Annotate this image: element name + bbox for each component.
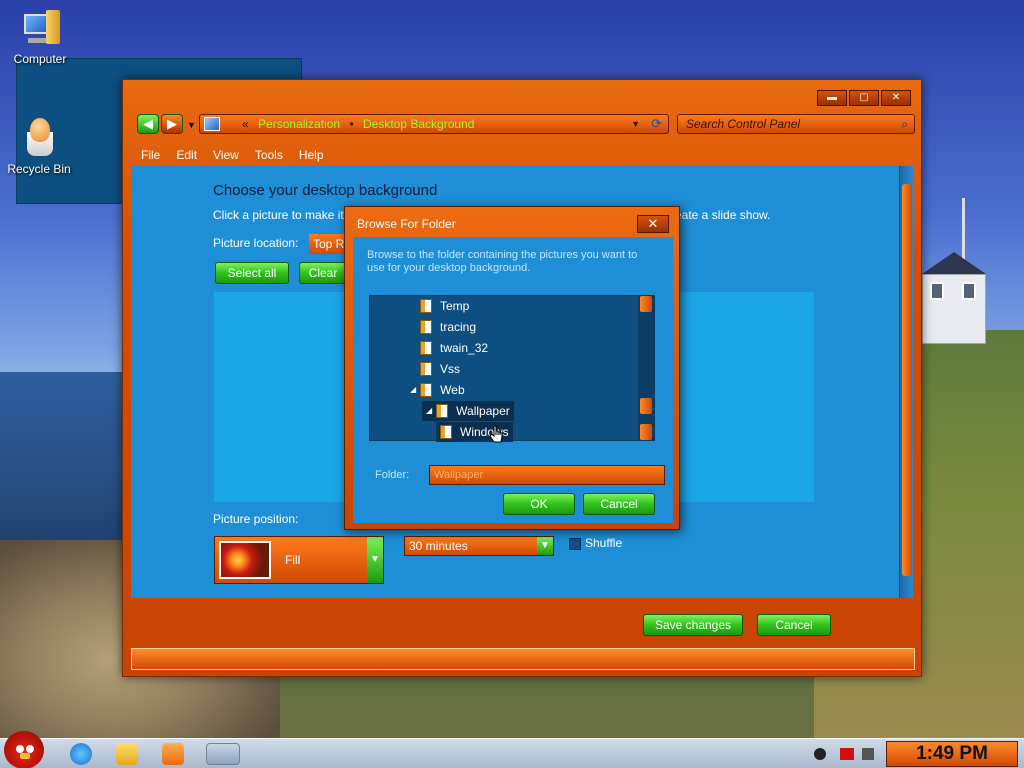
breadcrumb-separator: « — [242, 117, 249, 131]
scrollbar-thumb[interactable] — [640, 398, 652, 414]
caption-buttons: ▬ ▢ ✕ — [817, 90, 911, 106]
folder-input[interactable]: Wallpaper — [429, 465, 665, 485]
select-all-button[interactable]: Select all — [215, 262, 289, 284]
menu-view[interactable]: View — [213, 144, 239, 166]
menu-help[interactable]: Help — [299, 144, 324, 166]
search-icon[interactable]: ⌕ — [901, 115, 908, 133]
minimize-button[interactable]: ▬ — [817, 90, 847, 106]
folder-icon — [420, 299, 432, 313]
desktop-icon-computer[interactable]: Computer — [2, 8, 78, 66]
picture-position-select[interactable]: Fill ▼ — [214, 536, 384, 584]
search-input[interactable]: Search Control Panel ⌕ — [677, 114, 915, 134]
desktop-icon-recycle-bin[interactable]: Recycle Bin — [1, 118, 77, 176]
dialog-description: Browse to the folder containing the pict… — [367, 249, 638, 274]
computer-icon — [20, 8, 60, 48]
picture-location-select[interactable]: Top R — [309, 234, 349, 254]
menu-tools[interactable]: Tools — [255, 144, 283, 166]
breadcrumb-personalization[interactable]: Personalization — [258, 117, 340, 131]
tree-item-vss[interactable]: Vss — [420, 359, 460, 379]
navigation-bar: ◀ ▶ ▼ « Personalization • Desktop Backgr… — [133, 110, 915, 138]
start-orb-eye — [26, 745, 34, 753]
shuffle-label: Shuffle — [585, 536, 623, 550]
tree-item-web[interactable]: ◢ Web — [410, 380, 465, 400]
tree-item-tracing[interactable]: tracing — [420, 317, 476, 337]
folder-label: Folder: — [375, 469, 410, 481]
volume-muted-icon[interactable] — [862, 748, 874, 760]
start-orb-eye — [16, 745, 24, 753]
cancel-button[interactable]: Cancel — [757, 614, 831, 636]
status-bar — [131, 648, 915, 670]
desktop-icon-label: Computer — [13, 52, 67, 66]
start-orb-beak — [20, 753, 30, 759]
search-placeholder: Search Control Panel — [686, 117, 801, 131]
folder-icon — [420, 362, 432, 376]
dialog-cancel-button[interactable]: Cancel — [583, 493, 655, 515]
desktop-icon-label: Recycle Bin — [7, 162, 71, 176]
ok-button[interactable]: OK — [503, 493, 575, 515]
control-panel-task-icon[interactable] — [206, 743, 240, 765]
breadcrumb-desktop-background[interactable]: Desktop Background — [363, 117, 474, 131]
folder-icon — [440, 425, 452, 439]
chevron-down-icon[interactable]: ▼ — [367, 537, 383, 583]
vertical-scrollbar[interactable] — [899, 166, 913, 598]
chevron-down-icon[interactable]: ▼ — [631, 115, 640, 133]
position-preview-thumbnail — [219, 541, 271, 579]
internet-explorer-icon[interactable] — [70, 743, 92, 765]
footer-bar: Save changes Cancel — [131, 606, 915, 640]
close-button[interactable]: ✕ — [881, 90, 911, 106]
taskbar-clock[interactable]: 1:49 PM — [886, 741, 1018, 767]
clear-all-button[interactable]: Clear — [299, 262, 347, 284]
interval-select[interactable]: 30 minutes ▼ — [404, 536, 554, 556]
chevron-down-icon[interactable]: ▼ — [537, 537, 553, 555]
picture-position-label: Picture position: — [213, 512, 299, 526]
back-button[interactable]: ◀ — [137, 114, 159, 134]
expand-icon[interactable]: ◢ — [426, 401, 432, 421]
forward-button[interactable]: ▶ — [161, 114, 183, 134]
tree-item-temp[interactable]: Temp — [420, 296, 469, 316]
folder-icon[interactable] — [116, 743, 138, 765]
tree-scrollbar[interactable] — [638, 296, 654, 440]
control-panel-icon — [204, 117, 220, 131]
menu-bar: File Edit View Tools Help — [133, 144, 913, 166]
dialog-close-button[interactable]: ✕ — [637, 215, 669, 233]
folder-icon — [420, 341, 432, 355]
taskbar: 1:49 PM — [0, 731, 1024, 768]
page-title: Choose your desktop background — [213, 182, 438, 199]
dialog-body: Browse to the folder containing the pict… — [353, 237, 673, 523]
shuffle-checkbox[interactable] — [569, 538, 581, 550]
tree-item-twain32[interactable]: twain_32 — [420, 338, 488, 358]
picture-position-value: Fill — [285, 553, 301, 567]
interval-value: 30 minutes — [409, 539, 468, 553]
page-subtitle: Click a picture to make it — [213, 208, 344, 222]
menu-file[interactable]: File — [141, 144, 160, 166]
folder-icon — [420, 320, 432, 334]
breadcrumb-separator: • — [349, 117, 354, 131]
folder-icon — [436, 404, 449, 418]
recycle-bin-icon — [19, 118, 59, 158]
expand-icon[interactable]: ◢ — [410, 380, 416, 400]
save-changes-button[interactable]: Save changes — [643, 614, 743, 636]
scroll-down-button[interactable] — [640, 424, 652, 440]
menu-edit[interactable]: Edit — [176, 144, 197, 166]
scroll-up-button[interactable] — [640, 296, 652, 312]
media-player-icon[interactable] — [162, 743, 184, 765]
start-button[interactable] — [4, 731, 44, 768]
network-icon[interactable] — [814, 748, 826, 760]
maximize-button[interactable]: ▢ — [849, 90, 879, 106]
address-bar[interactable]: « Personalization • Desktop Background ▼… — [199, 114, 669, 134]
browse-for-folder-dialog: Browse For Folder ✕ Browse to the folder… — [344, 206, 680, 530]
folder-icon — [420, 383, 433, 397]
refresh-icon[interactable]: ⟳ — [651, 115, 662, 133]
page-subtitle-tail: reate a slide show. — [671, 208, 771, 222]
folder-tree: Temp tracing twain_32 Vss ◢ Web ◢ Wallpape… — [369, 295, 655, 442]
action-center-icon[interactable] — [840, 748, 854, 760]
dialog-title: Browse For Folder — [357, 217, 456, 231]
tree-item-wallpaper[interactable]: ◢ Wallpaper — [422, 401, 514, 421]
picture-location-label: Picture location: — [213, 236, 299, 250]
hand-cursor-icon — [489, 425, 503, 443]
recent-pages-dropdown[interactable]: ▼ — [187, 120, 196, 130]
scrollbar-thumb[interactable] — [902, 184, 912, 576]
wallpaper-house — [922, 252, 986, 348]
